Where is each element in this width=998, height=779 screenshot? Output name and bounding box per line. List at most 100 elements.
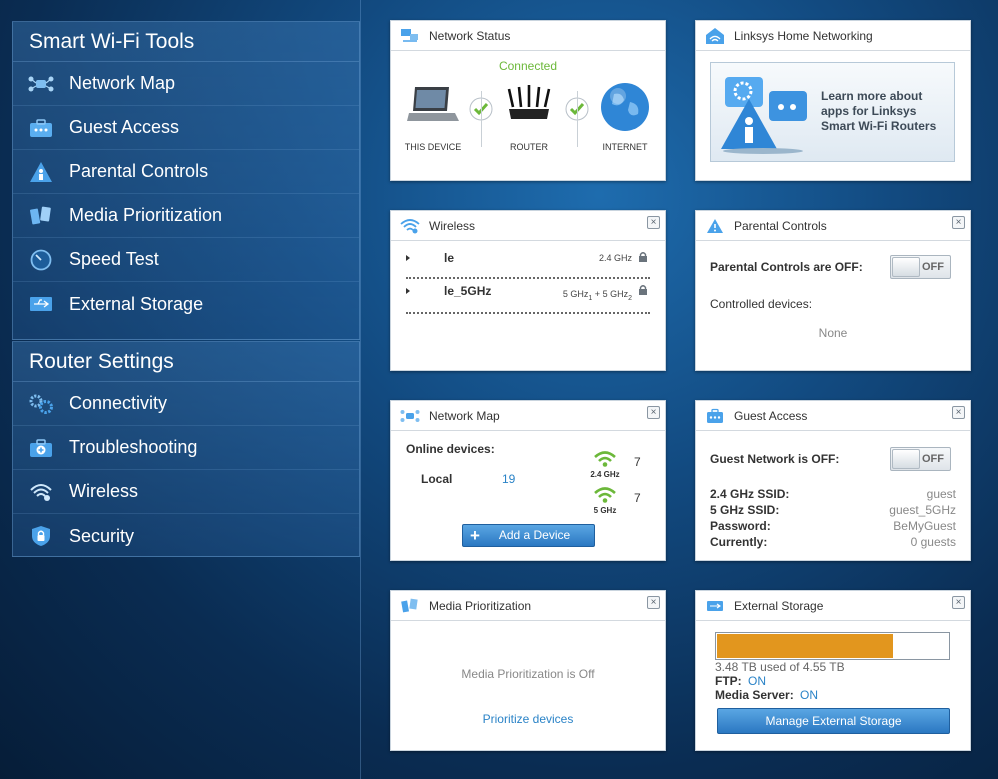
router-settings-group: Router Settings Connectivity Troubleshoo… <box>12 341 360 557</box>
guest-network-toggle[interactable]: OFF <box>890 447 951 471</box>
apps-promo-banner[interactable]: Learn more about apps for Linksys Smart … <box>710 62 955 162</box>
guest-access-icon <box>13 118 69 138</box>
widget-header: Linksys Home Networking <box>696 21 970 51</box>
add-device-label: Add a Device <box>498 528 571 542</box>
toggle-state: OFF <box>922 261 944 273</box>
sidebar-item-connectivity[interactable]: Connectivity <box>13 382 359 426</box>
sidebar-item-wireless[interactable]: Wireless <box>13 470 359 514</box>
widget-header: Parental Controls × <box>696 211 970 241</box>
close-icon[interactable]: × <box>952 406 965 419</box>
band-24-label: 2.4 GHz <box>590 470 620 479</box>
lock-icon <box>638 251 648 266</box>
network-ssid: le_5GHz <box>444 284 492 298</box>
sidebar-item-external-storage[interactable]: External Storage <box>13 282 359 326</box>
toggle-state: OFF <box>922 453 944 465</box>
close-icon[interactable]: × <box>647 406 660 419</box>
wireless-network-row[interactable]: le 2.4 GHz <box>391 247 665 275</box>
sidebar-item-troubleshooting[interactable]: Troubleshooting <box>13 426 359 470</box>
close-icon[interactable]: × <box>647 216 660 229</box>
storage-usage-bar <box>715 632 950 660</box>
widget-title: Network Status <box>429 28 511 43</box>
widget-title: Parental Controls <box>734 218 827 233</box>
sidebar-item-network-map[interactable]: Network Map <box>13 62 359 106</box>
sidebar-item-label: External Storage <box>69 293 204 314</box>
widget-body: Parental Controls are OFF: OFF Controlle… <box>696 241 970 371</box>
parental-controls-icon <box>13 161 69 183</box>
widget-header: Media Prioritization × <box>391 591 665 621</box>
guest-info-row: 5 GHz SSID: guest_5GHz <box>710 503 956 517</box>
media-server-status[interactable]: ON <box>800 688 818 702</box>
media-prioritization-widget: Media Prioritization × Media Prioritizat… <box>390 590 666 751</box>
close-icon[interactable]: × <box>952 596 965 609</box>
online-devices-label: Online devices: <box>406 442 495 456</box>
local-device-count[interactable]: 19 <box>502 472 515 486</box>
network-map-icon <box>13 75 69 93</box>
parental-controls-icon <box>696 218 734 234</box>
sidebar-item-media-prioritization[interactable]: Media Prioritization <box>13 194 359 238</box>
sidebar-item-parental-controls[interactable]: Parental Controls <box>13 150 359 194</box>
add-device-button[interactable]: + Add a Device <box>462 524 595 547</box>
sidebar-item-label: Guest Access <box>69 117 180 137</box>
guest-access-widget: Guest Access × Guest Network is OFF: OFF… <box>695 400 971 561</box>
widget-header: Network Status <box>391 21 665 51</box>
sidebar-item-label: Media Prioritization <box>69 205 223 225</box>
guest-info-row: Currently: 0 guests <box>710 535 956 549</box>
wireless-network-row[interactable]: le_5GHz 5 GHz1 + 5 GHz2 <box>391 279 665 313</box>
gears-icon <box>13 393 69 415</box>
widget-header: Wireless × <box>391 211 665 241</box>
widget-title: External Storage <box>734 598 824 613</box>
widget-title: Linksys Home Networking <box>734 28 873 43</box>
sidebar-item-guest-access[interactable]: Guest Access <box>13 106 359 150</box>
widget-title: Guest Access <box>734 408 808 423</box>
widget-body: Connected THIS DEVICE ROUTER INTERNET <box>391 51 665 181</box>
wifi-icon <box>391 218 429 234</box>
connection-status: Connected <box>498 59 558 73</box>
lock-icon <box>638 284 648 299</box>
usb-icon <box>13 296 69 312</box>
expand-arrow-icon[interactable] <box>406 255 410 261</box>
widget-body: le 2.4 GHz le_5GHz 5 GHz1 + 5 GHz2 <box>391 241 665 371</box>
guest-info-value: guest_5GHz <box>889 503 956 517</box>
widget-body: Online devices: Local 19 2.4 GHz 7 5 GHz… <box>391 431 665 561</box>
router-label: ROUTER <box>510 142 548 152</box>
expand-arrow-icon[interactable] <box>406 288 410 294</box>
widget-body: Learn more about apps for Linksys Smart … <box>696 51 970 181</box>
row-divider <box>406 312 650 314</box>
guest-info-key: Password: <box>710 519 771 533</box>
usb-icon <box>696 600 734 612</box>
widget-title: Wireless <box>429 218 476 233</box>
guest-info-row: 2.4 GHz SSID: guest <box>710 487 956 501</box>
external-storage-widget: External Storage × 3.48 TB used of 4.55 … <box>695 590 971 751</box>
smart-wifi-tools-title: Smart Wi-Fi Tools <box>13 22 359 62</box>
parental-controls-widget: Parental Controls × Parental Controls ar… <box>695 210 971 371</box>
band-text: 5 GHz <box>562 289 589 299</box>
divider-line <box>577 91 578 147</box>
sidebar-item-security[interactable]: Security <box>13 514 359 558</box>
widget-body: Media Prioritization is Off Prioritize d… <box>391 621 665 751</box>
apps-promo-illustration-icon <box>719 69 815 158</box>
sidebar-item-label: Security <box>69 525 135 546</box>
sidebar-item-label: Parental Controls <box>69 161 209 181</box>
router-icon <box>503 85 555 128</box>
home-network-icon <box>696 27 734 45</box>
internet-label: INTERNET <box>602 142 648 152</box>
guest-info-key: Currently: <box>710 535 768 549</box>
sidebar-item-speed-test[interactable]: Speed Test <box>13 238 359 282</box>
manage-external-storage-button[interactable]: Manage External Storage <box>717 708 950 734</box>
widget-title: Network Map <box>429 408 500 423</box>
media-server-label: Media Server: <box>715 688 794 702</box>
this-device-label: THIS DEVICE <box>404 142 462 152</box>
close-icon[interactable]: × <box>647 596 660 609</box>
smart-wifi-tools-group: Smart Wi-Fi Tools Network Map Guest Acce… <box>12 21 360 340</box>
sidebar-item-label: Connectivity <box>69 393 168 413</box>
widget-body: Guest Network is OFF: OFF 2.4 GHz SSID: … <box>696 431 970 561</box>
media-status-text: Media Prioritization is Off <box>461 667 595 681</box>
parental-controls-toggle[interactable]: OFF <box>890 255 951 279</box>
guest-info-value: 0 guests <box>910 535 956 549</box>
wireless-widget: Wireless × le 2.4 GHz le_5GHz 5 GHz1 + 5… <box>390 210 666 371</box>
widget-header: External Storage × <box>696 591 970 621</box>
toggle-knob <box>892 449 920 469</box>
close-icon[interactable]: × <box>952 216 965 229</box>
prioritize-devices-link[interactable]: Prioritize devices <box>391 712 665 726</box>
ftp-status[interactable]: ON <box>748 674 766 688</box>
